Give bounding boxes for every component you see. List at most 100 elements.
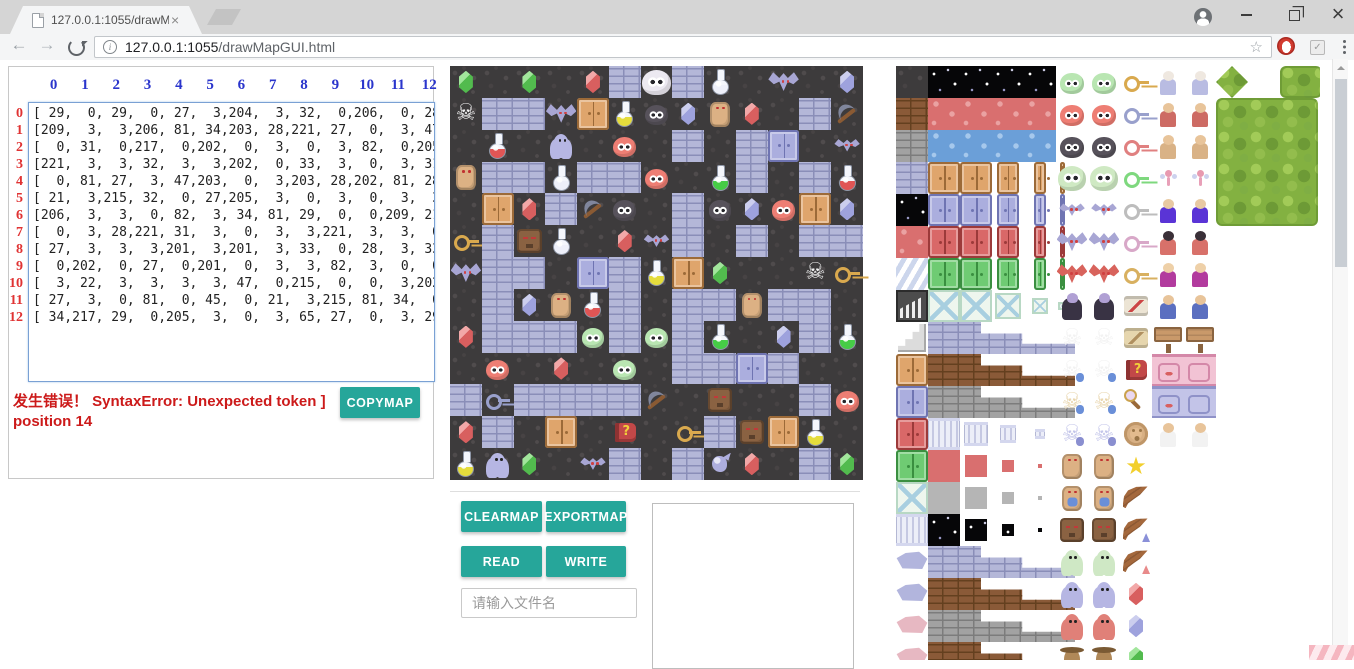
forward-button[interactable]: → — [34, 35, 60, 55]
map-tile-6-8[interactable] — [704, 257, 736, 289]
map-tile-8-11[interactable] — [799, 321, 831, 353]
map-tile-0-3[interactable] — [545, 66, 577, 98]
tileset-cell-npc-boy[interactable] — [1152, 290, 1184, 322]
map-tile-2-8[interactable] — [704, 130, 736, 162]
map-tile-4-12[interactable] — [831, 193, 863, 225]
tileset-cell-sky[interactable] — [896, 194, 928, 226]
window-close-button[interactable] — [1316, 0, 1354, 30]
tileset-cell-stripes[interactable] — [896, 258, 928, 290]
map-tile-6-12[interactable] — [831, 257, 863, 289]
tileset-cell-sky[interactable] — [1024, 514, 1056, 546]
tileset-cell-facewall-pink[interactable] — [1152, 354, 1216, 386]
map-tile-1-6[interactable] — [641, 98, 673, 130]
map-tile-0-7[interactable] — [672, 66, 704, 98]
map-tile-2-5[interactable] — [609, 130, 641, 162]
tileset-cell-block-gray[interactable] — [960, 482, 992, 514]
map-tile-0-1[interactable] — [482, 66, 514, 98]
tileset-cell-scroll-red[interactable] — [1120, 290, 1152, 322]
tileset-cell-sky[interactable] — [928, 514, 960, 546]
map-tile-7-10[interactable] — [768, 289, 800, 321]
tileset-cell-pillar[interactable] — [928, 418, 960, 450]
map-tile-0-8[interactable] — [704, 66, 736, 98]
map-tile-0-9[interactable] — [736, 66, 768, 98]
map-tile-10-0[interactable] — [450, 384, 482, 416]
tileset-cell-block-red[interactable] — [1024, 450, 1056, 482]
tileset-cell-stone-face[interactable] — [1088, 514, 1120, 546]
map-tile-4-10[interactable] — [768, 193, 800, 225]
map-tile-10-10[interactable] — [768, 384, 800, 416]
map-tile-5-9[interactable] — [736, 225, 768, 257]
map-tile-2-7[interactable] — [672, 130, 704, 162]
tileset-cell-golem[interactable] — [1088, 450, 1120, 482]
map-tile-8-12[interactable] — [831, 321, 863, 353]
map-tile-11-1[interactable] — [482, 416, 514, 448]
tileset-cell-npc-boy[interactable] — [1184, 290, 1216, 322]
map-tile-9-1[interactable] — [482, 353, 514, 385]
map-tile-12-12[interactable] — [831, 448, 863, 480]
tileset-cell-sky[interactable] — [928, 66, 1056, 98]
map-tile-0-11[interactable] — [799, 66, 831, 98]
tileset-cell-skeleton[interactable]: ☠ — [1088, 322, 1120, 354]
map-tile-4-6[interactable] — [641, 193, 673, 225]
map-tile-3-6[interactable] — [641, 162, 673, 194]
map-tile-5-1[interactable] — [482, 225, 514, 257]
map-tile-7-2[interactable] — [514, 289, 546, 321]
scrollbar-up-arrow[interactable] — [1333, 61, 1348, 75]
tileset-cell-golem[interactable] — [1056, 450, 1088, 482]
tileset-cell-slime-big[interactable] — [1088, 162, 1120, 194]
tileset-cell-wall-lav[interactable] — [896, 162, 928, 194]
tileset-cell-wall-brown[interactable] — [896, 98, 928, 130]
tileset-cell-zombie[interactable] — [1088, 546, 1120, 578]
map-tile-9-12[interactable] — [831, 353, 863, 385]
tileset-cell-steps-gray[interactable] — [928, 610, 1075, 642]
tileset-cell-pillar[interactable] — [992, 418, 1024, 450]
tileset-cell-steps-lav[interactable] — [928, 322, 1075, 354]
map-tile-7-12[interactable] — [831, 289, 863, 321]
map-tile-11-7[interactable] — [672, 416, 704, 448]
tileset-cell-slime-black[interactable] — [1088, 130, 1120, 162]
map-tile-2-3[interactable] — [545, 130, 577, 162]
map-tile-12-3[interactable] — [545, 448, 577, 480]
tileset-cell-bat-big[interactable] — [1088, 226, 1120, 258]
tileset-cell-plat-lav[interactable] — [896, 546, 928, 578]
tileset-cell-skel-knight[interactable]: ☠ — [1088, 386, 1120, 418]
tileset-cell-floor[interactable] — [896, 66, 928, 98]
map-tile-11-3[interactable] — [545, 416, 577, 448]
tileset-cell-tree[interactable] — [1280, 66, 1320, 98]
map-tile-4-8[interactable] — [704, 193, 736, 225]
map-tile-10-3[interactable] — [545, 384, 577, 416]
tileset-cell-block-red[interactable] — [960, 450, 992, 482]
map-tile-1-2[interactable] — [514, 98, 546, 130]
map-tile-2-11[interactable] — [799, 130, 831, 162]
map-tile-1-7[interactable] — [672, 98, 704, 130]
tileset-cell-ghost-blue[interactable] — [1088, 578, 1120, 610]
tileset-cell-npc-oldman[interactable] — [1184, 66, 1216, 98]
tileset-cell-ghost-red[interactable] — [1088, 610, 1120, 642]
map-tile-12-11[interactable] — [799, 448, 831, 480]
map-tile-7-6[interactable] — [641, 289, 673, 321]
tileset-cell-npc-wizard[interactable] — [1152, 194, 1184, 226]
map-tile-5-12[interactable] — [831, 225, 863, 257]
map-tile-4-0[interactable] — [450, 193, 482, 225]
map-tile-2-10[interactable] — [768, 130, 800, 162]
map-tile-5-11[interactable] — [799, 225, 831, 257]
tileset-cell-slime-green[interactable] — [1056, 66, 1088, 98]
map-tile-12-6[interactable] — [641, 448, 673, 480]
map-tile-8-0[interactable] — [450, 321, 482, 353]
tileset-cell-block-red[interactable] — [992, 450, 1024, 482]
map-tile-1-9[interactable] — [736, 98, 768, 130]
map-tile-6-7[interactable] — [672, 257, 704, 289]
map-tile-1-12[interactable] — [831, 98, 863, 130]
map-tile-7-5[interactable] — [609, 289, 641, 321]
tileset-cell-wing-red[interactable] — [1120, 546, 1152, 578]
clearmap-button[interactable]: CLEARMAP — [461, 501, 542, 532]
tileset-cell-golem-shield[interactable] — [1088, 482, 1120, 514]
map-tile-4-4[interactable] — [577, 193, 609, 225]
map-tile-5-2[interactable] — [514, 225, 546, 257]
map-tile-5-8[interactable] — [704, 225, 736, 257]
address-bar[interactable]: i 127.0.0.1:1055/drawMapGUI.html ☆ — [94, 36, 1272, 58]
tileset-cell-door-blue[interactable] — [896, 386, 928, 418]
tileset-cell-fairy[interactable] — [1152, 162, 1184, 194]
tileset-cell-wing-blue[interactable] — [1120, 514, 1152, 546]
extension-hand-icon[interactable] — [1277, 37, 1295, 55]
